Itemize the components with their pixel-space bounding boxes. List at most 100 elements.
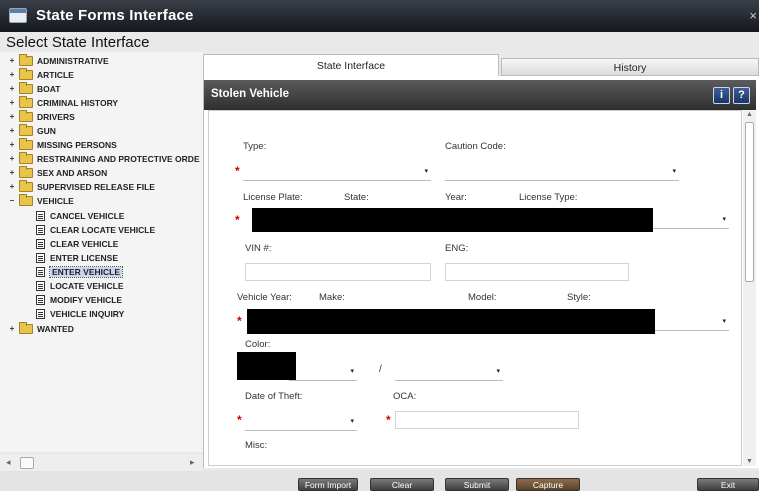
tree-item-modify-vehicle[interactable]: MODIFY VEHICLE bbox=[36, 293, 122, 306]
tree-item-clear-locate-vehicle[interactable]: CLEAR LOCATE VEHICLE bbox=[36, 223, 155, 236]
expand-icon[interactable]: + bbox=[8, 56, 16, 65]
license-type-select[interactable]: ▾ bbox=[649, 209, 729, 229]
panel-title: Stolen Vehicle bbox=[211, 88, 289, 100]
form-document-icon bbox=[36, 266, 45, 277]
tree-label: ARTICLE bbox=[37, 69, 74, 80]
exit-button[interactable]: Exit bbox=[697, 478, 759, 491]
eng-input[interactable] bbox=[445, 263, 629, 281]
tree-item-vehicle-inquiry[interactable]: VEHICLE INQUIRY bbox=[36, 307, 124, 320]
tree-item-enter-vehicle[interactable]: ENTER VEHICLE bbox=[36, 265, 124, 278]
form-area: Type: Caution Code: * ▾ ▾ License Plate:… bbox=[208, 110, 742, 466]
required-marker: * bbox=[235, 164, 240, 178]
color-primary-select[interactable]: ▾ bbox=[289, 361, 357, 381]
info-icon[interactable]: i bbox=[713, 87, 730, 104]
tree-label: CLEAR VEHICLE bbox=[50, 238, 119, 249]
scrollbar-thumb[interactable] bbox=[745, 122, 754, 282]
tree-label: VEHICLE bbox=[37, 195, 74, 206]
redacted-color-field bbox=[237, 352, 296, 380]
tree-label: CANCEL VEHICLE bbox=[50, 210, 125, 221]
window-title-bar: State Forms Interface × bbox=[0, 0, 759, 32]
style-select[interactable]: ▾ bbox=[649, 311, 729, 331]
tree-item-enter-license[interactable]: ENTER LICENSE bbox=[36, 251, 118, 264]
tree-item-clear-vehicle[interactable]: CLEAR VEHICLE bbox=[36, 237, 118, 250]
type-select[interactable]: ▾ bbox=[243, 161, 431, 181]
state-interface-tree[interactable]: + ADMINISTRATIVE + ARTICLE + BOAT + CRIMINAL… bbox=[0, 52, 203, 452]
clear-button[interactable]: Clear bbox=[370, 478, 434, 491]
tab-history[interactable]: History bbox=[501, 58, 759, 76]
expand-icon[interactable]: + bbox=[8, 98, 16, 107]
tree-label: RESTRAINING AND PROTECTIVE ORDE bbox=[37, 153, 200, 164]
folder-icon bbox=[19, 151, 33, 164]
model-label: Model: bbox=[468, 292, 497, 303]
tree-folder-article[interactable]: + ARTICLE bbox=[8, 67, 74, 81]
expand-icon[interactable]: + bbox=[8, 84, 16, 93]
folder-icon bbox=[19, 109, 33, 122]
expand-icon[interactable]: + bbox=[8, 324, 16, 333]
chevron-down-icon: ▾ bbox=[424, 168, 428, 175]
color-label: Color: bbox=[245, 339, 271, 350]
chevron-down-icon: ▾ bbox=[350, 418, 354, 425]
expand-icon[interactable]: + bbox=[8, 154, 16, 163]
chevron-down-icon: ▾ bbox=[672, 168, 676, 175]
scroll-up-icon[interactable]: ▲ bbox=[746, 111, 753, 118]
caution-code-select[interactable]: ▾ bbox=[445, 161, 679, 181]
misc-label: Misc: bbox=[245, 440, 268, 451]
tree-folder-missing-persons[interactable]: + MISSING PERSONS bbox=[8, 137, 117, 151]
tree-folder-criminal-history[interactable]: + CRIMINAL HISTORY bbox=[8, 95, 119, 109]
year-label: Year: bbox=[445, 192, 467, 203]
tree-label: ENTER VEHICLE bbox=[48, 265, 124, 278]
expand-icon[interactable]: + bbox=[8, 140, 16, 149]
tree-folder-supervised-release[interactable]: + SUPERVISED RELEASE FILE bbox=[8, 179, 155, 193]
tree-label: CRIMINAL HISTORY bbox=[37, 97, 119, 108]
capture-button[interactable]: Capture bbox=[516, 478, 580, 491]
color-secondary-select[interactable]: ▾ bbox=[395, 361, 503, 381]
color-separator: / bbox=[379, 364, 382, 375]
folder-icon bbox=[19, 165, 33, 178]
folder-icon bbox=[19, 53, 33, 66]
form-document-icon bbox=[36, 252, 45, 263]
folder-icon bbox=[19, 179, 33, 192]
tree-folder-administrative[interactable]: + ADMINISTRATIVE bbox=[8, 53, 109, 67]
tab-state-interface[interactable]: State Interface bbox=[203, 54, 499, 76]
tree-folder-wanted[interactable]: + WANTED bbox=[8, 321, 74, 335]
help-icon[interactable]: ? bbox=[733, 87, 750, 104]
tree-folder-restraining-orders[interactable]: + RESTRAINING AND PROTECTIVE ORDE bbox=[8, 151, 200, 165]
open-folder-icon bbox=[19, 193, 33, 206]
tree-label: LOCATE VEHICLE bbox=[50, 280, 124, 291]
form-document-icon bbox=[36, 280, 45, 291]
folder-icon bbox=[19, 123, 33, 136]
form-import-button[interactable]: Form Import bbox=[298, 478, 358, 491]
expand-icon[interactable]: + bbox=[8, 182, 16, 191]
tree-folder-vehicle[interactable]: − VEHICLE bbox=[8, 193, 74, 207]
required-marker: * bbox=[237, 314, 242, 328]
tree-label: SUPERVISED RELEASE FILE bbox=[37, 181, 155, 192]
tree-label: MODIFY VEHICLE bbox=[50, 294, 123, 305]
vin-input[interactable] bbox=[245, 263, 431, 281]
tree-label: GUN bbox=[37, 125, 56, 136]
expand-icon[interactable]: + bbox=[8, 126, 16, 135]
scroll-down-icon[interactable]: ▼ bbox=[746, 458, 753, 465]
date-of-theft-select[interactable]: ▾ bbox=[245, 411, 357, 431]
close-icon[interactable]: × bbox=[749, 8, 757, 23]
form-document-icon bbox=[36, 308, 45, 319]
expand-icon[interactable]: + bbox=[8, 70, 16, 79]
tree-folder-boat[interactable]: + BOAT bbox=[8, 81, 60, 95]
scrollbar-thumb[interactable] bbox=[20, 457, 34, 469]
submit-button[interactable]: Submit bbox=[445, 478, 509, 491]
scroll-left-icon[interactable]: ◂ bbox=[6, 457, 11, 468]
form-vertical-scrollbar[interactable]: ▲ ▼ bbox=[743, 110, 756, 466]
tree-item-locate-vehicle[interactable]: LOCATE VEHICLE bbox=[36, 279, 124, 292]
tree-folder-gun[interactable]: + GUN bbox=[8, 123, 56, 137]
tree-folder-drivers[interactable]: + DRIVERS bbox=[8, 109, 75, 123]
tree-item-cancel-vehicle[interactable]: CANCEL VEHICLE bbox=[36, 209, 124, 222]
scroll-right-icon[interactable]: ▸ bbox=[190, 457, 195, 468]
tree-horizontal-scrollbar[interactable]: ◂ ▸ bbox=[0, 455, 203, 471]
expand-icon[interactable]: + bbox=[8, 112, 16, 121]
expand-icon[interactable]: + bbox=[8, 168, 16, 177]
tree-label: SEX AND ARSON bbox=[37, 167, 108, 178]
tree-folder-sex-and-arson[interactable]: + SEX AND ARSON bbox=[8, 165, 108, 179]
tree-label: MISSING PERSONS bbox=[37, 139, 117, 150]
vehicle-year-label: Vehicle Year: bbox=[237, 292, 292, 303]
oca-input[interactable] bbox=[395, 411, 579, 429]
collapse-icon[interactable]: − bbox=[8, 196, 16, 205]
